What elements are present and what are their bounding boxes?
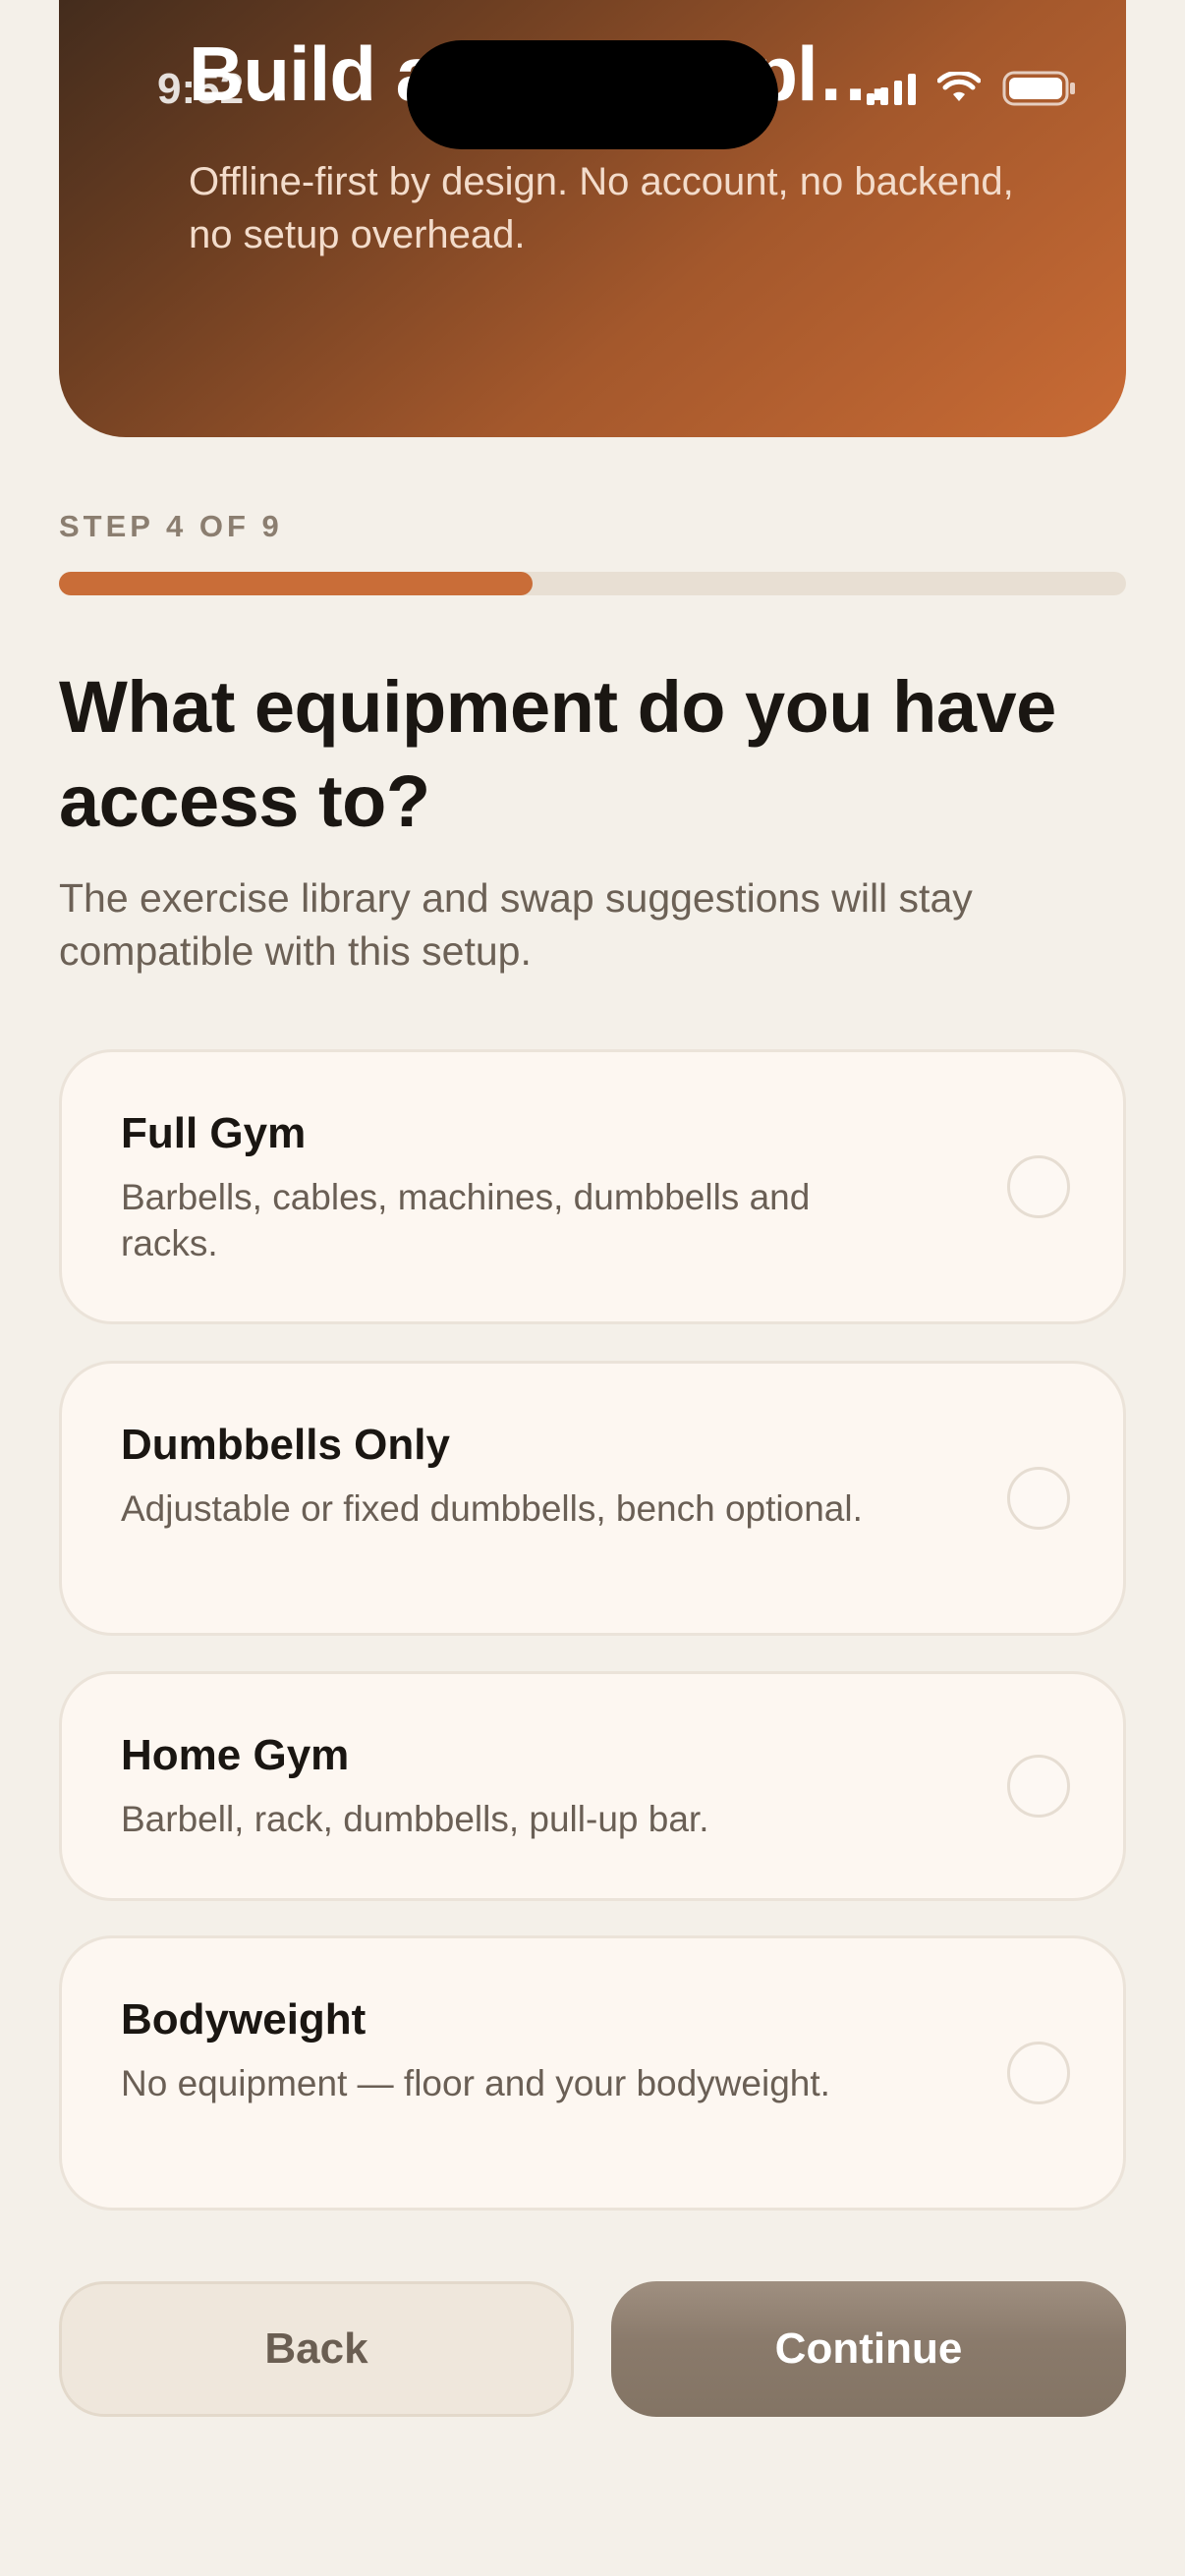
radio-button[interactable] [1007,1155,1070,1218]
option-description: Barbell, rack, dumbbells, pull-up bar. [121,1799,709,1839]
progress-fill [59,572,534,595]
option-card-full-gym[interactable]: Full Gym Barbells, cables, machines, dum… [59,1049,1126,1324]
step-label: STEP 4 OF 9 [59,509,283,543]
status-icons [867,71,1077,106]
back-button[interactable]: Back [59,2281,574,2417]
option-title: Bodyweight [121,1995,367,2044]
progress-bar [59,572,1126,595]
status-time: 9:52 [157,65,245,113]
radio-button[interactable] [1007,1467,1070,1530]
question-subtitle: The exercise library and swap suggestion… [59,875,973,974]
option-description: Barbells, cables, machines, dumbbells an… [121,1177,811,1263]
hero-subtitle: Offline-first by design. No account, no … [189,160,1014,256]
option-card-home-gym[interactable]: Home Gym Barbell, rack, dumbbells, pull-… [59,1671,1126,1901]
wifi-icon [937,72,981,105]
option-title: Dumbbells Only [121,1421,450,1469]
option-card-bodyweight[interactable]: Bodyweight No equipment — floor and your… [59,1935,1126,2211]
dynamic-island [407,40,778,149]
option-card-dumbbells-only[interactable]: Dumbbells Only Adjustable or fixed dumbb… [59,1361,1126,1636]
option-description: Adjustable or fixed dumbbells, bench opt… [121,1488,863,1529]
option-description: No equipment — floor and your bodyweight… [121,2063,830,2103]
cellular-signal-icon [867,72,916,105]
option-title: Home Gym [121,1731,350,1779]
option-title: Full Gym [121,1109,307,1157]
battery-icon [1002,71,1077,106]
radio-button[interactable] [1007,1755,1070,1818]
radio-button[interactable] [1007,2042,1070,2104]
continue-button[interactable]: Continue [611,2281,1126,2417]
question-title: What equipment do you have access to? [59,666,1056,842]
